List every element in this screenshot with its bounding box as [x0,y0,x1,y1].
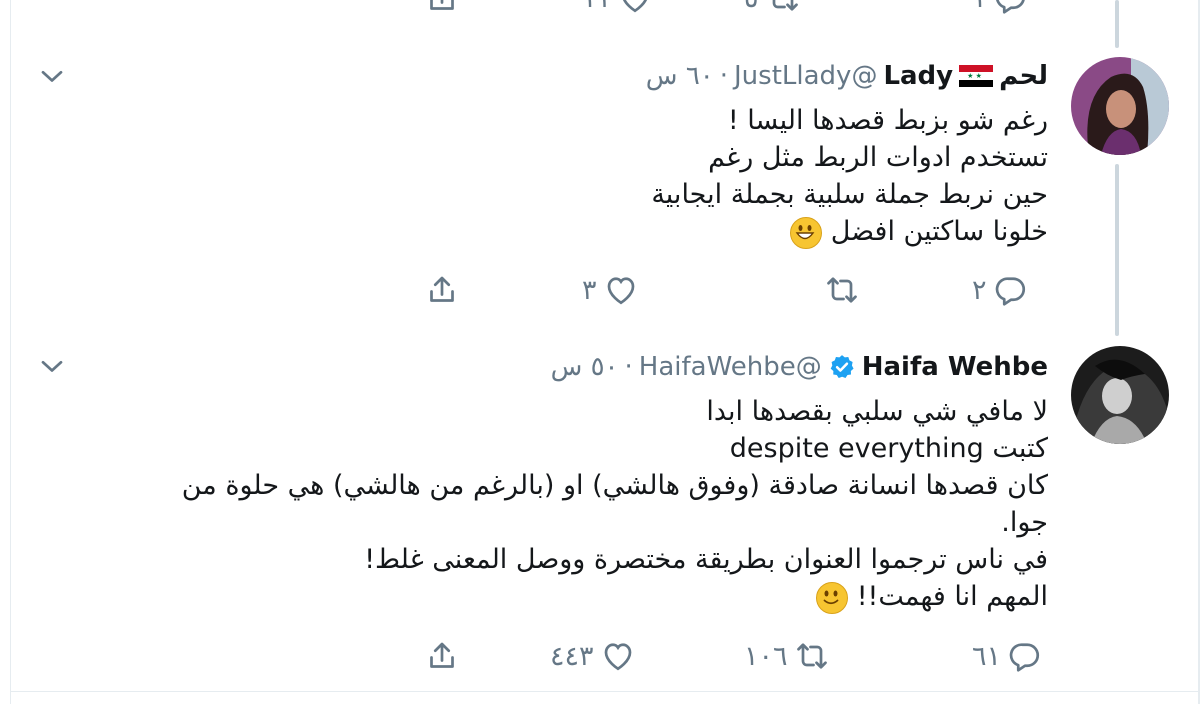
name-prefix: لحم [999,61,1048,91]
like-button[interactable]: ٣ [582,270,639,310]
display-name[interactable]: Haifa Wehbe [862,347,1048,387]
smiling-face-icon [816,581,849,614]
tweet-line: لا مافي شي سلبي بقصدها ابدا [706,396,1048,427]
like-button[interactable]: ١١ [582,0,653,18]
flag-syria-icon: ★ ★ [959,65,994,87]
timestamp[interactable]: ٦٠ س [646,56,714,96]
tweet-line: تستخدم ادوات الربط مثل رغم [708,142,1048,173]
tweet-line: كان قصدها انسانة صادقة (وفوق هالشي) او (… [181,470,1048,501]
previous-tweet-actions: ١١ ٥ ١ [420,0,1060,18]
share-icon [430,642,454,668]
timeline-bottom-border [10,691,1200,692]
tweet-actions: ٣ ٢ [420,270,1060,310]
timeline-left-border [10,0,11,704]
like-count: ٣ [582,274,597,306]
like-count: ٤٤٣ [550,640,594,672]
heart-icon [623,0,647,13]
share-icon [430,276,454,302]
like-count: ١١ [582,0,611,14]
tweet-line: جوا. [1001,507,1048,538]
handle[interactable]: @HaifaWehbe [639,347,822,387]
reply-count: ١ [972,0,987,14]
retweet-count: ١٠٦ [744,640,788,672]
reply-button[interactable]: ٢ [972,270,1029,310]
timestamp[interactable]: ٥٠ س [551,347,619,387]
reply-button[interactable]: ١ [972,0,1029,18]
heart-icon [604,643,631,671]
reply-count: ٢ [972,274,987,306]
tweet-header: Haifa Wehbe @HaifaWehbe · ٥٠ س [551,347,1048,387]
retweet-icon [796,643,827,669]
reply-count: ٦١ [972,640,1002,672]
display-name[interactable]: Lady [883,56,953,96]
chevron-down-icon[interactable] [34,58,70,94]
retweet-button[interactable]: ١٠٦ [744,636,830,676]
share-button[interactable] [424,0,460,18]
share-icon [430,0,454,10]
retweet-count: ٥ [744,0,759,14]
thread-connector-top [1115,0,1119,48]
heart-icon [607,277,634,305]
separator: · [719,61,729,91]
chevron-down-icon[interactable] [34,348,70,384]
separator: · [624,352,633,382]
retweet-button[interactable]: ٥ [744,0,801,18]
handle[interactable]: @JustLlady [734,56,877,96]
reply-button[interactable]: ٦١ [972,636,1043,676]
share-button[interactable] [424,636,460,676]
grinning-face-icon [790,216,823,249]
avatar[interactable] [1071,57,1169,155]
tweet-line: في ناس ترجموا العنوان بطريقة مختصرة ووصل… [364,544,1048,575]
verified-badge-icon [830,355,854,378]
tweet-line: حين نربط جملة سلبية بجملة ايجابية [651,179,1048,210]
like-button[interactable]: ٤٤٣ [550,636,636,676]
tweet-line: رغم شو بزبط قصدها اليسا ! [727,105,1048,136]
tweet-text: لا مافي شي سلبي بقصدها ابدا كتبت despite… [182,393,1048,615]
tweet-line: كتبت despite everything [729,433,1048,464]
avatar[interactable] [1071,346,1169,444]
tweet-header: لحم ★ ★ Lady @JustLlady · ٦٠ س [646,56,1048,96]
retweet-icon [827,277,857,303]
tweet-actions: ٤٤٣ ١٠٦ ٦١ [420,636,1060,676]
tweet-text: رغم شو بزبط قصدها اليسا ! تستخدم ادوات ا… [651,102,1048,250]
retweet-button[interactable] [818,270,860,310]
tweet-line: المهم انا فهمت!! [856,581,1048,612]
retweet-icon [772,0,798,11]
share-button[interactable] [424,270,460,310]
reply-icon [1009,643,1040,672]
tweet-line: خلونا ساكتين افضل [830,216,1048,247]
reply-icon [995,277,1025,306]
thread-connector-middle [1115,164,1119,336]
reply-icon [995,0,1025,14]
